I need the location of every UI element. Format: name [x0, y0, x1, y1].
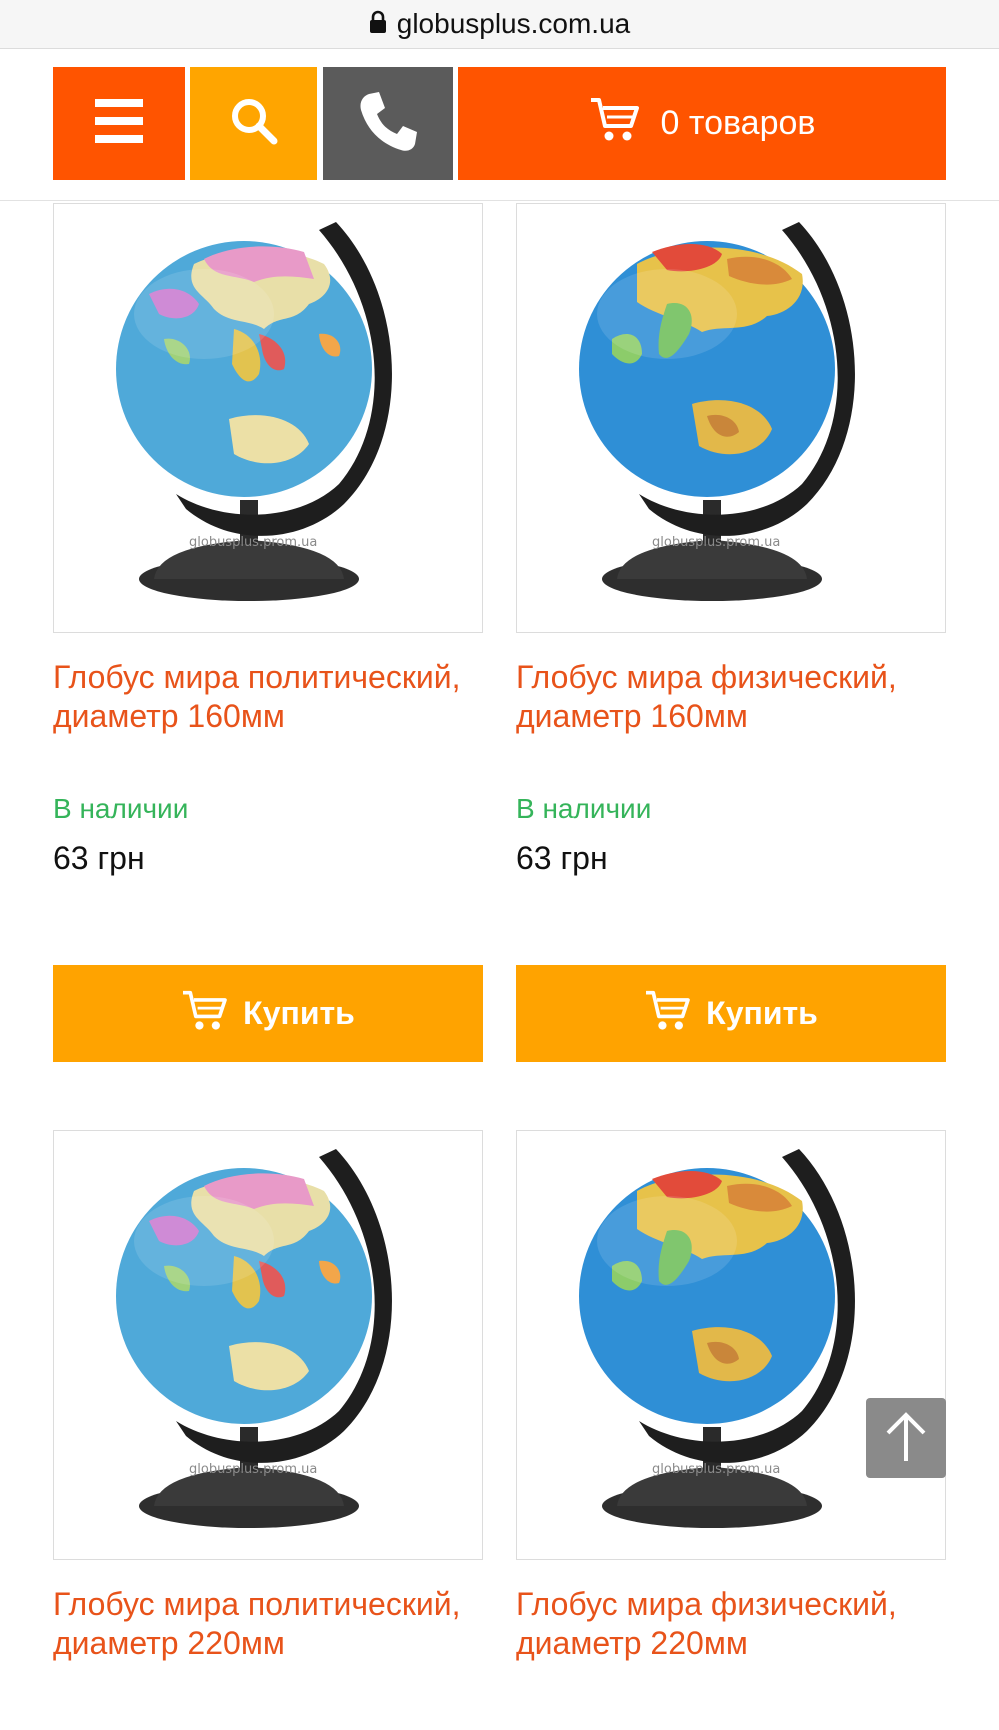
product-price: 63 грн — [53, 840, 145, 876]
cart-count-label: 0 товаров — [660, 104, 816, 142]
stock-status: В наличии — [53, 793, 189, 824]
product-image-link[interactable]: globusplus.prom.ua — [516, 1130, 946, 1560]
buy-button-label: Купить — [706, 995, 818, 1031]
political-globe-image: globusplus.prom.ua — [116, 222, 392, 601]
phone-icon — [355, 88, 421, 159]
url-text: globusplus.com.ua — [396, 8, 631, 39]
hamburger-icon — [95, 99, 143, 148]
cart-icon — [644, 989, 690, 1039]
scroll-to-top-button[interactable] — [866, 1398, 946, 1478]
menu-button[interactable] — [53, 67, 185, 180]
product-image-link[interactable]: globusplus.prom.ua — [53, 1130, 483, 1560]
svg-text:globusplus.prom.ua: globusplus.prom.ua — [189, 535, 317, 550]
search-icon — [230, 97, 278, 150]
lock-icon — [369, 10, 387, 39]
product-title-link[interactable]: Глобус мира политический, диаметр 220мм — [53, 1585, 483, 1663]
header-nav: 0 товаров — [53, 67, 946, 180]
browser-url-bar[interactable]: globusplus.com.ua — [0, 0, 999, 49]
product-title-link[interactable]: Глобус мира политический, диаметр 160мм — [53, 658, 483, 736]
product-image-link[interactable]: globusplus.prom.ua — [53, 203, 483, 633]
svg-text:globusplus.prom.ua: globusplus.prom.ua — [652, 1462, 780, 1477]
svg-text:globusplus.prom.ua: globusplus.prom.ua — [652, 535, 780, 550]
political-globe-image: globusplus.prom.ua — [116, 1149, 392, 1528]
buy-button[interactable]: Купить — [516, 965, 946, 1062]
search-button[interactable] — [190, 67, 317, 180]
product-price: 63 грн — [516, 840, 608, 876]
physical-globe-image: globusplus.prom.ua — [579, 222, 855, 601]
physical-globe-image: globusplus.prom.ua — [579, 1149, 855, 1528]
stock-status: В наличии — [516, 793, 652, 824]
header-divider — [0, 200, 999, 201]
svg-text:globusplus.prom.ua: globusplus.prom.ua — [189, 1462, 317, 1477]
product-image-link[interactable]: globusplus.prom.ua — [516, 203, 946, 633]
phone-button[interactable] — [323, 67, 453, 180]
cart-button[interactable]: 0 товаров — [458, 67, 946, 180]
product-title-link[interactable]: Глобус мира физический, диаметр 160мм — [516, 658, 946, 736]
buy-button-label: Купить — [243, 995, 355, 1031]
cart-icon — [181, 989, 227, 1039]
arrow-up-icon — [884, 1409, 928, 1468]
product-title-link[interactable]: Глобус мира физический, диаметр 220мм — [516, 1585, 946, 1663]
buy-button[interactable]: Купить — [53, 965, 483, 1062]
cart-icon — [589, 96, 639, 151]
